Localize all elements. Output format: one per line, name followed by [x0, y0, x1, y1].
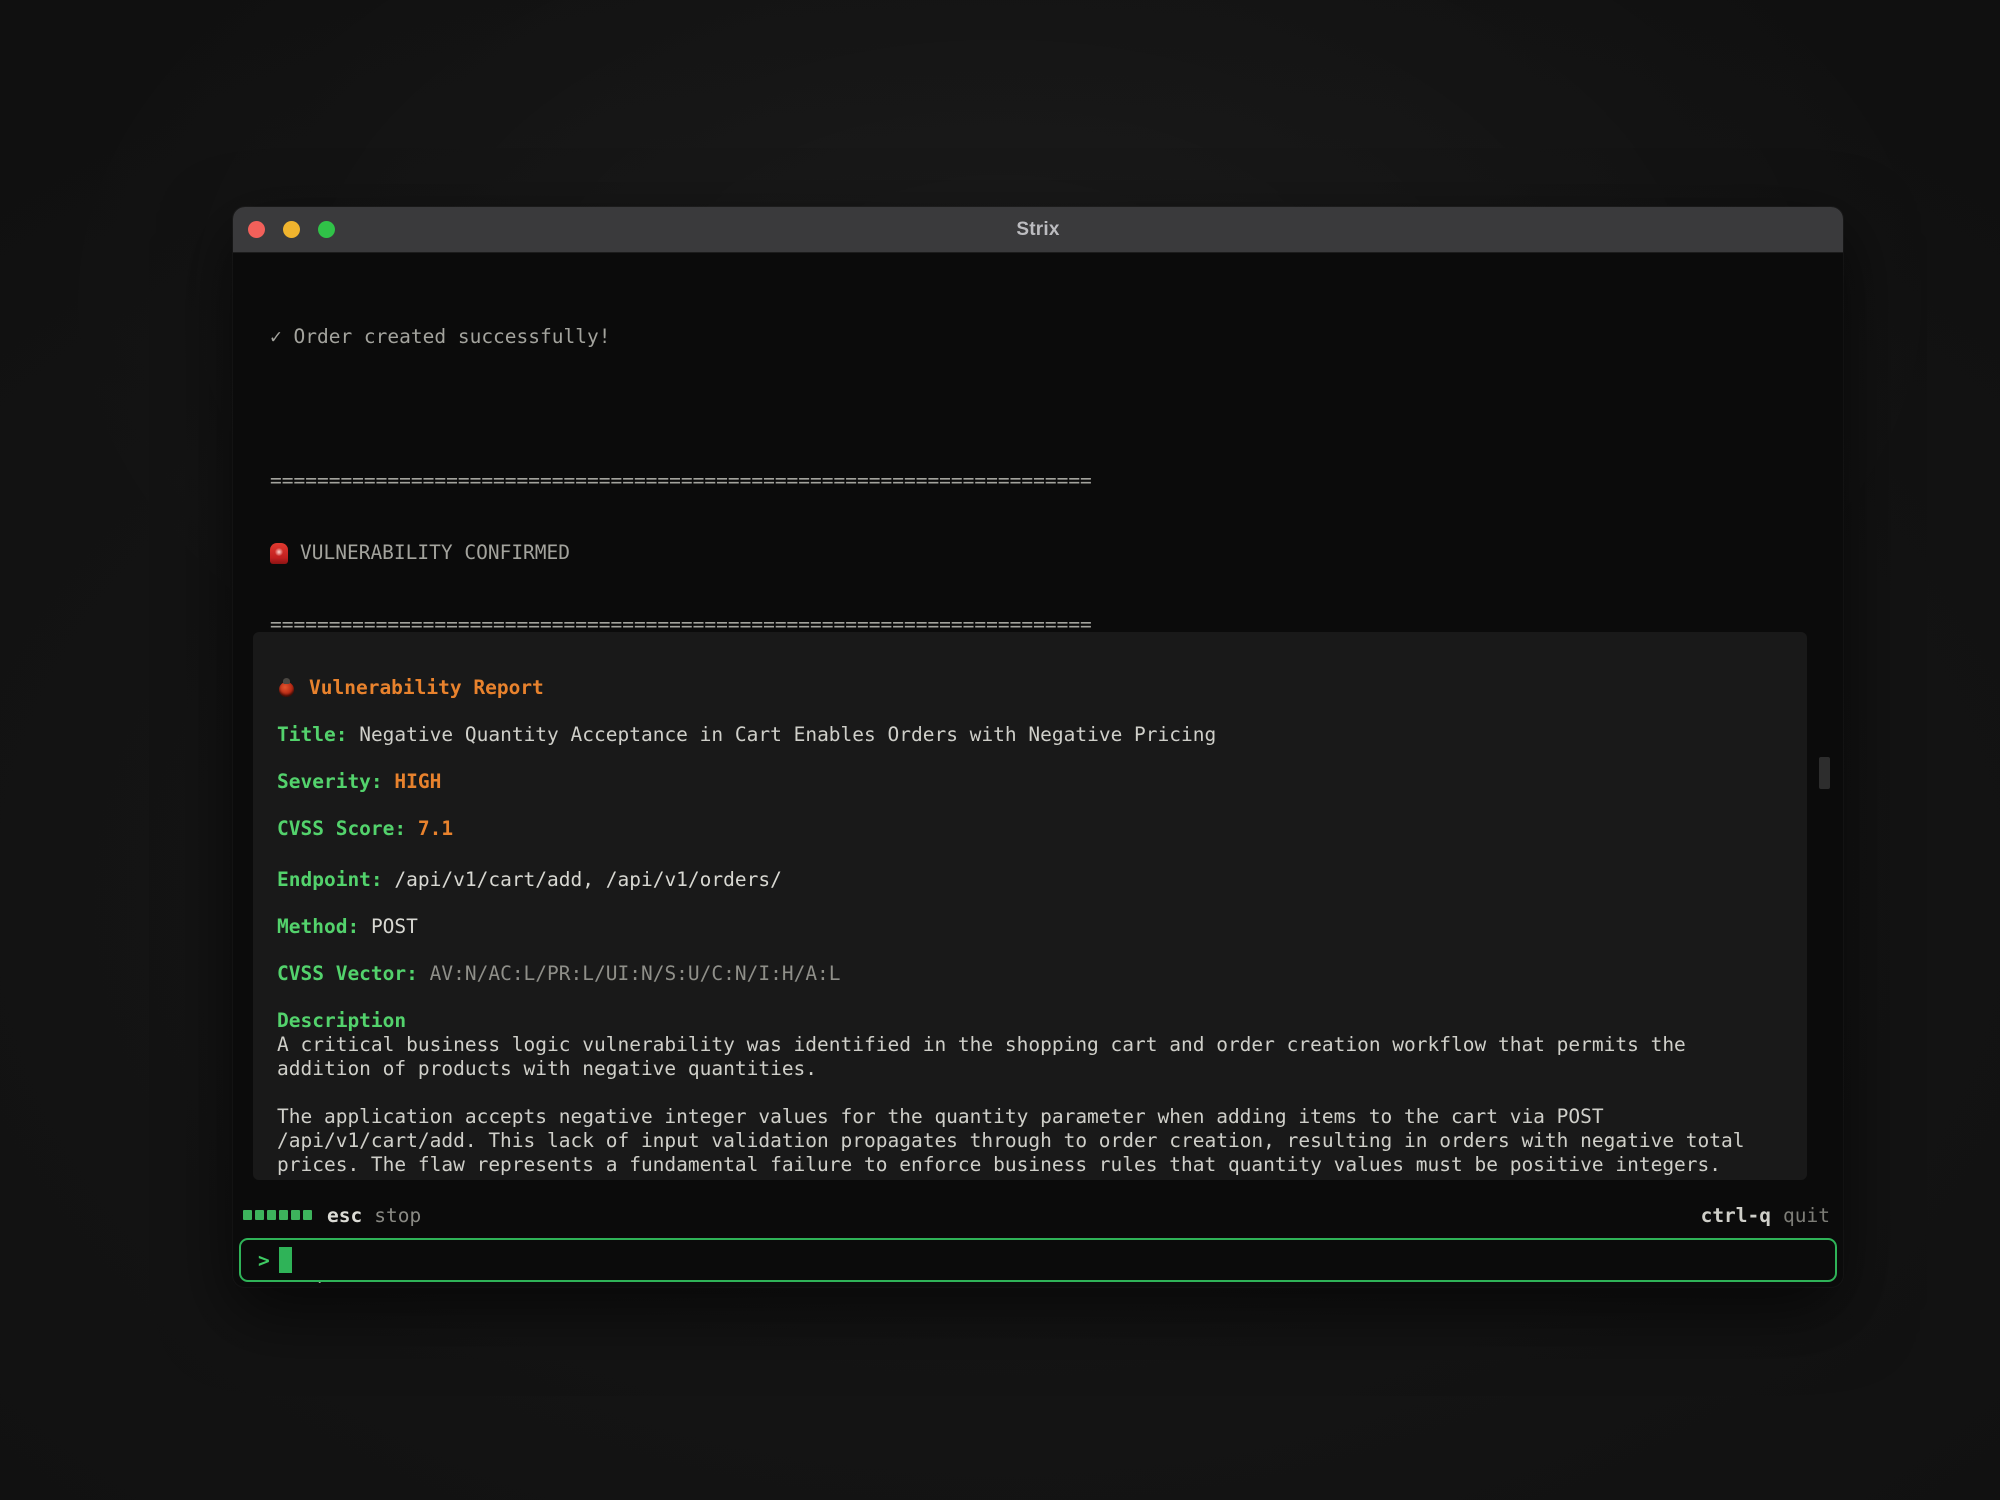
report-field-endpoint: Endpoint: /api/v1/cart/add, /api/v1/orde…: [277, 868, 1783, 892]
vuln-confirmed-label: VULNERABILITY CONFIRMED: [300, 541, 570, 565]
esc-key-hint: esc: [327, 1204, 362, 1227]
vulnerability-report-panel: Vulnerability Report Title: Negative Qua…: [253, 632, 1807, 1180]
quit-action-label: quit: [1783, 1204, 1830, 1227]
vuln-confirmed-line: VULNERABILITY CONFIRMED: [270, 541, 1813, 565]
field-value: Negative Quantity Acceptance in Cart Ena…: [359, 723, 1216, 746]
field-value: POST: [371, 915, 418, 938]
field-label: CVSS Score:: [277, 817, 406, 840]
window-title: Strix: [233, 219, 1843, 241]
field-label: Severity:: [277, 770, 383, 793]
field-label: Endpoint:: [277, 868, 383, 891]
separator-line: ========================================…: [270, 469, 1813, 493]
status-bar: esc stop ctrl-q quit: [243, 1202, 1830, 1228]
strix-terminal-window: Strix ✓ Order created successfully! ====…: [233, 207, 1843, 1287]
report-field-title: Title: Negative Quantity Acceptance in C…: [277, 723, 1783, 747]
scrollbar-thumb[interactable]: [1819, 757, 1830, 789]
blank-line: [270, 397, 1813, 421]
field-value: /api/v1/cart/add, /api/v1/orders/: [394, 868, 781, 891]
field-label: Title:: [277, 723, 347, 746]
ctrl-q-key-hint: ctrl-q: [1701, 1204, 1771, 1227]
report-header: Vulnerability Report: [277, 676, 1783, 700]
command-input[interactable]: >: [239, 1238, 1837, 1282]
report-field-cvss-score: CVSS Score: 7.1: [277, 817, 1783, 841]
field-value: AV:N/AC:L/PR:L/UI:N/S:U/C:N/I:H/A:L: [430, 962, 841, 985]
field-value: HIGH: [394, 770, 441, 793]
prompt-symbol: >: [258, 1249, 270, 1272]
report-title: Vulnerability Report: [309, 676, 544, 700]
window-titlebar[interactable]: Strix: [233, 207, 1843, 253]
description-heading: Description: [277, 1009, 1783, 1033]
siren-icon: [270, 543, 288, 564]
order-success-line: ✓ Order created successfully!: [270, 325, 1813, 349]
description-paragraph: A critical business logic vulnerability …: [277, 1033, 1783, 1081]
report-field-severity: Severity: HIGH: [277, 770, 1783, 794]
status-left: esc stop: [243, 1204, 421, 1227]
report-field-method: Method: POST: [277, 915, 1783, 939]
bug-icon: [277, 678, 296, 698]
field-label: CVSS Vector:: [277, 962, 418, 985]
activity-indicator-icon: [243, 1210, 312, 1220]
esc-action-label: stop: [374, 1204, 421, 1227]
field-label: Method:: [277, 915, 359, 938]
description-paragraph: The application accepts negative integer…: [277, 1105, 1783, 1177]
report-field-cvss-vector: CVSS Vector: AV:N/AC:L/PR:L/UI:N/S:U/C:N…: [277, 962, 1783, 986]
text-cursor: [279, 1247, 292, 1273]
field-value: 7.1: [418, 817, 453, 840]
status-right: ctrl-q quit: [1701, 1204, 1830, 1227]
